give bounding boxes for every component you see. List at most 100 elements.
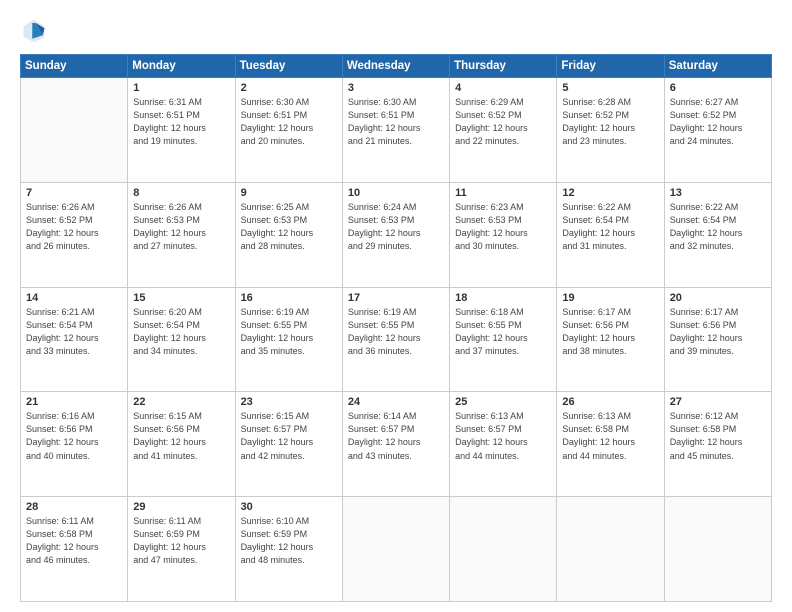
day-info: Sunrise: 6:27 AM Sunset: 6:52 PM Dayligh…	[670, 96, 766, 148]
day-number: 8	[133, 187, 229, 199]
day-info: Sunrise: 6:31 AM Sunset: 6:51 PM Dayligh…	[133, 96, 229, 148]
day-info: Sunrise: 6:19 AM Sunset: 6:55 PM Dayligh…	[241, 306, 337, 358]
day-number: 15	[133, 292, 229, 304]
day-number: 7	[26, 187, 122, 199]
day-number: 2	[241, 82, 337, 94]
day-info: Sunrise: 6:17 AM Sunset: 6:56 PM Dayligh…	[670, 306, 766, 358]
day-number: 14	[26, 292, 122, 304]
calendar-cell: 4 Sunrise: 6:29 AM Sunset: 6:52 PM Daylig…	[450, 78, 557, 183]
day-number: 22	[133, 396, 229, 408]
calendar-cell	[557, 497, 664, 602]
calendar-cell: 16 Sunrise: 6:19 AM Sunset: 6:55 PM Dayli…	[235, 287, 342, 392]
calendar-cell: 12Sunrise: 6:22 AM Sunset: 6:54 PM Dayli…	[557, 182, 664, 287]
day-info: Sunrise: 6:13 AM Sunset: 6:58 PM Dayligh…	[562, 410, 658, 462]
calendar-cell	[342, 497, 449, 602]
day-header-wednesday: Wednesday	[342, 55, 449, 78]
calendar-cell: 22 Sunrise: 6:15 AM Sunset: 6:56 PM Dayli…	[128, 392, 235, 497]
calendar-week-row: 1 Sunrise: 6:31 AM Sunset: 6:51 PM Daylig…	[21, 78, 772, 183]
day-info: Sunrise: 6:15 AM Sunset: 6:56 PM Dayligh…	[133, 410, 229, 462]
calendar-cell: 2 Sunrise: 6:30 AM Sunset: 6:51 PM Daylig…	[235, 78, 342, 183]
day-header-thursday: Thursday	[450, 55, 557, 78]
day-header-tuesday: Tuesday	[235, 55, 342, 78]
day-info: Sunrise: 6:17 AM Sunset: 6:56 PM Dayligh…	[562, 306, 658, 358]
day-number: 18	[455, 292, 551, 304]
calendar-cell: 21 Sunrise: 6:16 AM Sunset: 6:56 PM Dayli…	[21, 392, 128, 497]
day-number: 12	[562, 187, 658, 199]
day-number: 23	[241, 396, 337, 408]
day-info: Sunrise: 6:30 AM Sunset: 6:51 PM Dayligh…	[348, 96, 444, 148]
day-header-saturday: Saturday	[664, 55, 771, 78]
day-number: 13	[670, 187, 766, 199]
calendar-cell: 28 Sunrise: 6:11 AM Sunset: 6:58 PM Dayli…	[21, 497, 128, 602]
day-header-monday: Monday	[128, 55, 235, 78]
day-info: Sunrise: 6:15 AM Sunset: 6:57 PM Dayligh…	[241, 410, 337, 462]
calendar-cell: 30 Sunrise: 6:10 AM Sunset: 6:59 PM Dayli…	[235, 497, 342, 602]
calendar-cell: 17 Sunrise: 6:19 AM Sunset: 6:55 PM Dayli…	[342, 287, 449, 392]
day-header-sunday: Sunday	[21, 55, 128, 78]
day-info: Sunrise: 6:19 AM Sunset: 6:55 PM Dayligh…	[348, 306, 444, 358]
day-number: 4	[455, 82, 551, 94]
day-number: 5	[562, 82, 658, 94]
day-info: Sunrise: 6:29 AM Sunset: 6:52 PM Dayligh…	[455, 96, 551, 148]
day-number: 11	[455, 187, 551, 199]
calendar-cell: 1 Sunrise: 6:31 AM Sunset: 6:51 PM Daylig…	[128, 78, 235, 183]
day-info: Sunrise: 6:20 AM Sunset: 6:54 PM Dayligh…	[133, 306, 229, 358]
day-info: Sunrise: 6:10 AM Sunset: 6:59 PM Dayligh…	[241, 515, 337, 567]
day-info: Sunrise: 6:13 AM Sunset: 6:57 PM Dayligh…	[455, 410, 551, 462]
calendar-cell: 3Sunrise: 6:30 AM Sunset: 6:51 PM Daylig…	[342, 78, 449, 183]
day-info: Sunrise: 6:26 AM Sunset: 6:52 PM Dayligh…	[26, 201, 122, 253]
calendar-cell	[21, 78, 128, 183]
day-info: Sunrise: 6:30 AM Sunset: 6:51 PM Dayligh…	[241, 96, 337, 148]
calendar-week-row: 7 Sunrise: 6:26 AM Sunset: 6:52 PM Daylig…	[21, 182, 772, 287]
header	[20, 16, 772, 44]
day-number: 16	[241, 292, 337, 304]
calendar-week-row: 14 Sunrise: 6:21 AM Sunset: 6:54 PM Dayli…	[21, 287, 772, 392]
calendar-cell: 8Sunrise: 6:26 AM Sunset: 6:53 PM Daylig…	[128, 182, 235, 287]
day-number: 28	[26, 501, 122, 513]
calendar-cell: 5 Sunrise: 6:28 AM Sunset: 6:52 PM Daylig…	[557, 78, 664, 183]
calendar-cell: 14 Sunrise: 6:21 AM Sunset: 6:54 PM Dayli…	[21, 287, 128, 392]
calendar-cell: 27 Sunrise: 6:12 AM Sunset: 6:58 PM Dayli…	[664, 392, 771, 497]
day-info: Sunrise: 6:16 AM Sunset: 6:56 PM Dayligh…	[26, 410, 122, 462]
day-info: Sunrise: 6:23 AM Sunset: 6:53 PM Dayligh…	[455, 201, 551, 253]
day-number: 17	[348, 292, 444, 304]
calendar-cell: 26 Sunrise: 6:13 AM Sunset: 6:58 PM Dayli…	[557, 392, 664, 497]
day-info: Sunrise: 6:28 AM Sunset: 6:52 PM Dayligh…	[562, 96, 658, 148]
day-number: 26	[562, 396, 658, 408]
calendar-table: SundayMondayTuesdayWednesdayThursdayFrid…	[20, 54, 772, 602]
day-info: Sunrise: 6:14 AM Sunset: 6:57 PM Dayligh…	[348, 410, 444, 462]
page: SundayMondayTuesdayWednesdayThursdayFrid…	[0, 0, 792, 612]
calendar-cell: 11 Sunrise: 6:23 AM Sunset: 6:53 PM Dayli…	[450, 182, 557, 287]
calendar-cell: 7 Sunrise: 6:26 AM Sunset: 6:52 PM Daylig…	[21, 182, 128, 287]
calendar-cell: 23 Sunrise: 6:15 AM Sunset: 6:57 PM Dayli…	[235, 392, 342, 497]
day-number: 19	[562, 292, 658, 304]
day-number: 25	[455, 396, 551, 408]
logo	[20, 16, 52, 44]
day-header-friday: Friday	[557, 55, 664, 78]
day-number: 30	[241, 501, 337, 513]
day-info: Sunrise: 6:22 AM Sunset: 6:54 PM Dayligh…	[670, 201, 766, 253]
day-number: 21	[26, 396, 122, 408]
calendar-cell: 18Sunrise: 6:18 AM Sunset: 6:55 PM Dayli…	[450, 287, 557, 392]
day-number: 1	[133, 82, 229, 94]
calendar-cell	[664, 497, 771, 602]
day-number: 24	[348, 396, 444, 408]
calendar-week-row: 28 Sunrise: 6:11 AM Sunset: 6:58 PM Dayli…	[21, 497, 772, 602]
day-info: Sunrise: 6:11 AM Sunset: 6:58 PM Dayligh…	[26, 515, 122, 567]
calendar-cell	[450, 497, 557, 602]
day-number: 27	[670, 396, 766, 408]
day-number: 9	[241, 187, 337, 199]
calendar-cell: 20Sunrise: 6:17 AM Sunset: 6:56 PM Dayli…	[664, 287, 771, 392]
logo-icon	[20, 16, 48, 44]
calendar-cell: 6Sunrise: 6:27 AM Sunset: 6:52 PM Daylig…	[664, 78, 771, 183]
calendar-cell: 24 Sunrise: 6:14 AM Sunset: 6:57 PM Dayli…	[342, 392, 449, 497]
calendar-cell: 15 Sunrise: 6:20 AM Sunset: 6:54 PM Dayli…	[128, 287, 235, 392]
day-info: Sunrise: 6:25 AM Sunset: 6:53 PM Dayligh…	[241, 201, 337, 253]
day-info: Sunrise: 6:21 AM Sunset: 6:54 PM Dayligh…	[26, 306, 122, 358]
calendar-cell: 10Sunrise: 6:24 AM Sunset: 6:53 PM Dayli…	[342, 182, 449, 287]
day-info: Sunrise: 6:12 AM Sunset: 6:58 PM Dayligh…	[670, 410, 766, 462]
calendar-cell: 25 Sunrise: 6:13 AM Sunset: 6:57 PM Dayli…	[450, 392, 557, 497]
calendar-cell: 19 Sunrise: 6:17 AM Sunset: 6:56 PM Dayli…	[557, 287, 664, 392]
day-info: Sunrise: 6:24 AM Sunset: 6:53 PM Dayligh…	[348, 201, 444, 253]
calendar-cell: 29Sunrise: 6:11 AM Sunset: 6:59 PM Dayli…	[128, 497, 235, 602]
